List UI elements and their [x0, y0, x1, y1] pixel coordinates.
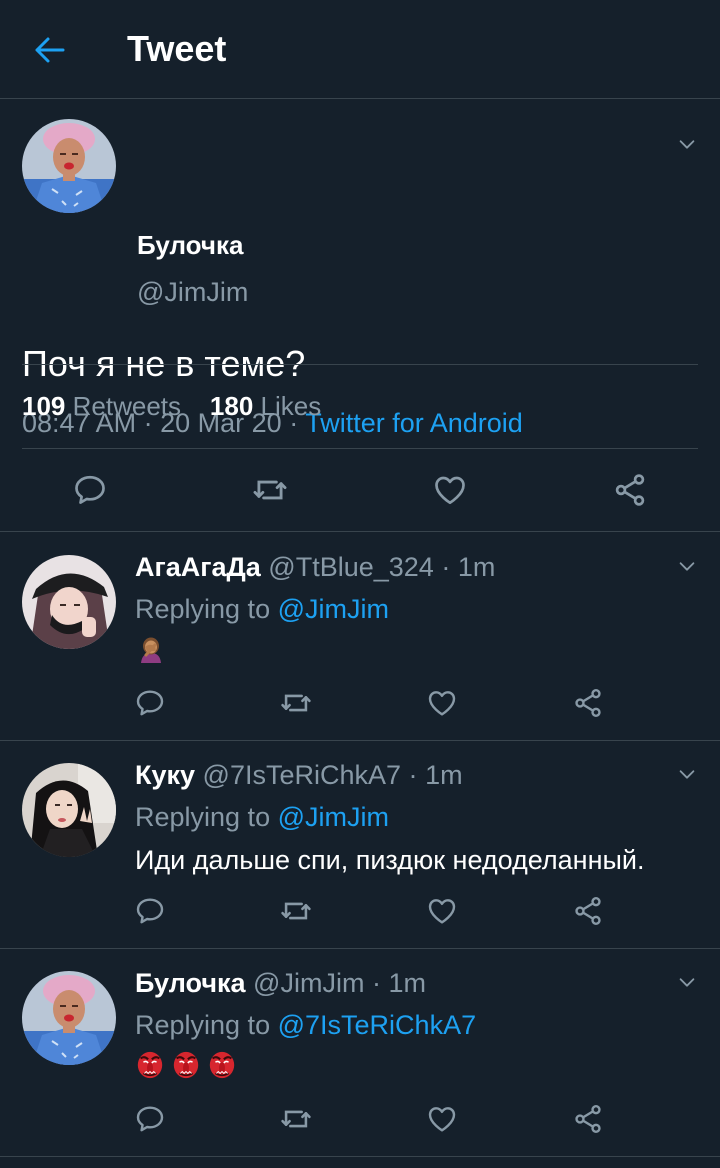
heart-icon — [432, 472, 468, 508]
meta-separator: · — [371, 968, 381, 998]
share-icon — [572, 895, 604, 927]
heart-icon — [426, 1103, 458, 1135]
reply-time: 1m — [425, 760, 463, 790]
divider — [22, 448, 698, 449]
reply-emoji-row — [135, 1049, 237, 1081]
replying-label: Replying to — [135, 594, 271, 624]
likes-label: Likes — [260, 391, 322, 421]
reply-text: Иди дальше спи, пиздюк недоделанный. — [135, 845, 645, 875]
likes-count: 180 — [209, 391, 254, 421]
heart-icon — [426, 687, 458, 719]
retweet-button[interactable] — [250, 470, 290, 510]
replying-label: Replying to — [135, 802, 271, 832]
replying-label: Replying to — [135, 1010, 271, 1040]
like-button[interactable] — [422, 683, 462, 723]
avatar[interactable] — [22, 971, 116, 1065]
replying-to: Replying to @7IsTeRiChkA7 — [135, 1010, 476, 1041]
reply-header: Булочка @JimJim · 1m — [135, 968, 426, 999]
reply-header: Куку @7IsTeRiChkA7 · 1m — [135, 760, 463, 791]
reply-tweet[interactable]: АгаАгаДа @TtBlue_324 · 1m Replying to @J… — [0, 533, 720, 741]
reply-tweet[interactable]: Булочка @JimJim · 1m Replying to @7IsTeR… — [0, 949, 720, 1157]
reply-icon — [134, 895, 166, 927]
replying-to: Replying to @JimJim — [135, 594, 389, 625]
avatar-image — [22, 971, 116, 1065]
tweet-source-link[interactable]: Twitter for Android — [305, 408, 523, 438]
avatar-image — [22, 119, 116, 213]
like-button[interactable] — [422, 891, 462, 931]
woman-facepalming-icon — [135, 633, 167, 665]
chevron-down-icon[interactable] — [676, 763, 698, 785]
likes-stat[interactable]: 180 Likes — [210, 391, 321, 421]
reply-time: 1m — [388, 968, 426, 998]
reply-emoji-row — [135, 633, 167, 665]
author-name[interactable]: Булочка — [137, 230, 243, 261]
share-icon — [612, 472, 648, 508]
share-button[interactable] — [610, 470, 650, 510]
share-icon — [572, 687, 604, 719]
replying-mention[interactable]: @JimJim — [278, 594, 389, 624]
retweet-button[interactable] — [276, 683, 316, 723]
author-handle[interactable]: @JimJim — [253, 968, 364, 998]
back-button[interactable] — [30, 32, 70, 68]
retweet-button[interactable] — [276, 891, 316, 931]
author-handle[interactable]: @7IsTeRiChkA7 — [203, 760, 401, 790]
avatar-image — [22, 763, 116, 857]
reply-icon — [134, 1103, 166, 1135]
reply-time: 1m — [457, 552, 496, 582]
retweet-icon — [251, 471, 289, 509]
like-button[interactable] — [430, 470, 470, 510]
share-button[interactable] — [568, 891, 608, 931]
reply-button[interactable] — [130, 683, 170, 723]
retweet-icon — [279, 894, 313, 928]
reply-button[interactable] — [70, 470, 110, 510]
author-name[interactable]: АгаАгаДа — [135, 552, 261, 582]
tengu-mask-icon — [171, 1049, 201, 1081]
share-button[interactable] — [568, 683, 608, 723]
reply-icon — [134, 687, 166, 719]
main-tweet: Булочка @JimJim Поч я не в теме? 08:47 A… — [0, 99, 720, 532]
heart-icon — [426, 895, 458, 927]
tengu-mask-icon — [207, 1049, 237, 1081]
reply-button[interactable] — [130, 1099, 170, 1139]
reply-button[interactable] — [130, 891, 170, 931]
share-icon — [572, 1103, 604, 1135]
reply-header: АгаАгаДа @TtBlue_324 · 1m — [135, 552, 495, 583]
retweet-button[interactable] — [276, 1099, 316, 1139]
author-name[interactable]: Куку — [135, 760, 195, 790]
avatar[interactable] — [22, 555, 116, 649]
divider — [22, 364, 698, 365]
page-title: Tweet — [127, 28, 227, 69]
replying-mention[interactable]: @JimJim — [278, 802, 389, 832]
author-name[interactable]: Булочка — [135, 968, 246, 998]
tweet-stats: 109 Retweets 180 Likes — [22, 391, 321, 422]
retweet-icon — [279, 1102, 313, 1136]
like-button[interactable] — [422, 1099, 462, 1139]
meta-separator: · — [408, 760, 418, 790]
retweets-stat[interactable]: 109 Retweets — [22, 391, 181, 421]
retweets-label: Retweets — [72, 391, 182, 421]
chevron-down-icon[interactable] — [676, 555, 698, 577]
reply-tweet[interactable]: Куку @7IsTeRiChkA7 · 1m Replying to @Jim… — [0, 741, 720, 949]
avatar[interactable] — [22, 763, 116, 857]
arrow-left-icon — [35, 37, 65, 63]
retweet-icon — [279, 686, 313, 720]
chevron-down-icon[interactable] — [676, 133, 698, 155]
author-handle[interactable]: @JimJim — [137, 277, 248, 308]
meta-separator: · — [441, 552, 451, 582]
replying-mention[interactable]: @7IsTeRiChkA7 — [278, 1010, 476, 1040]
reply-icon — [72, 472, 108, 508]
avatar[interactable] — [22, 119, 116, 213]
share-button[interactable] — [568, 1099, 608, 1139]
author-handle[interactable]: @TtBlue_324 — [268, 552, 434, 582]
replying-to: Replying to @JimJim — [135, 802, 389, 833]
retweets-count: 109 — [22, 391, 66, 421]
avatar-image — [22, 555, 116, 649]
tengu-mask-icon — [135, 1049, 165, 1081]
chevron-down-icon[interactable] — [676, 971, 698, 993]
top-app-bar: Tweet — [0, 0, 720, 99]
